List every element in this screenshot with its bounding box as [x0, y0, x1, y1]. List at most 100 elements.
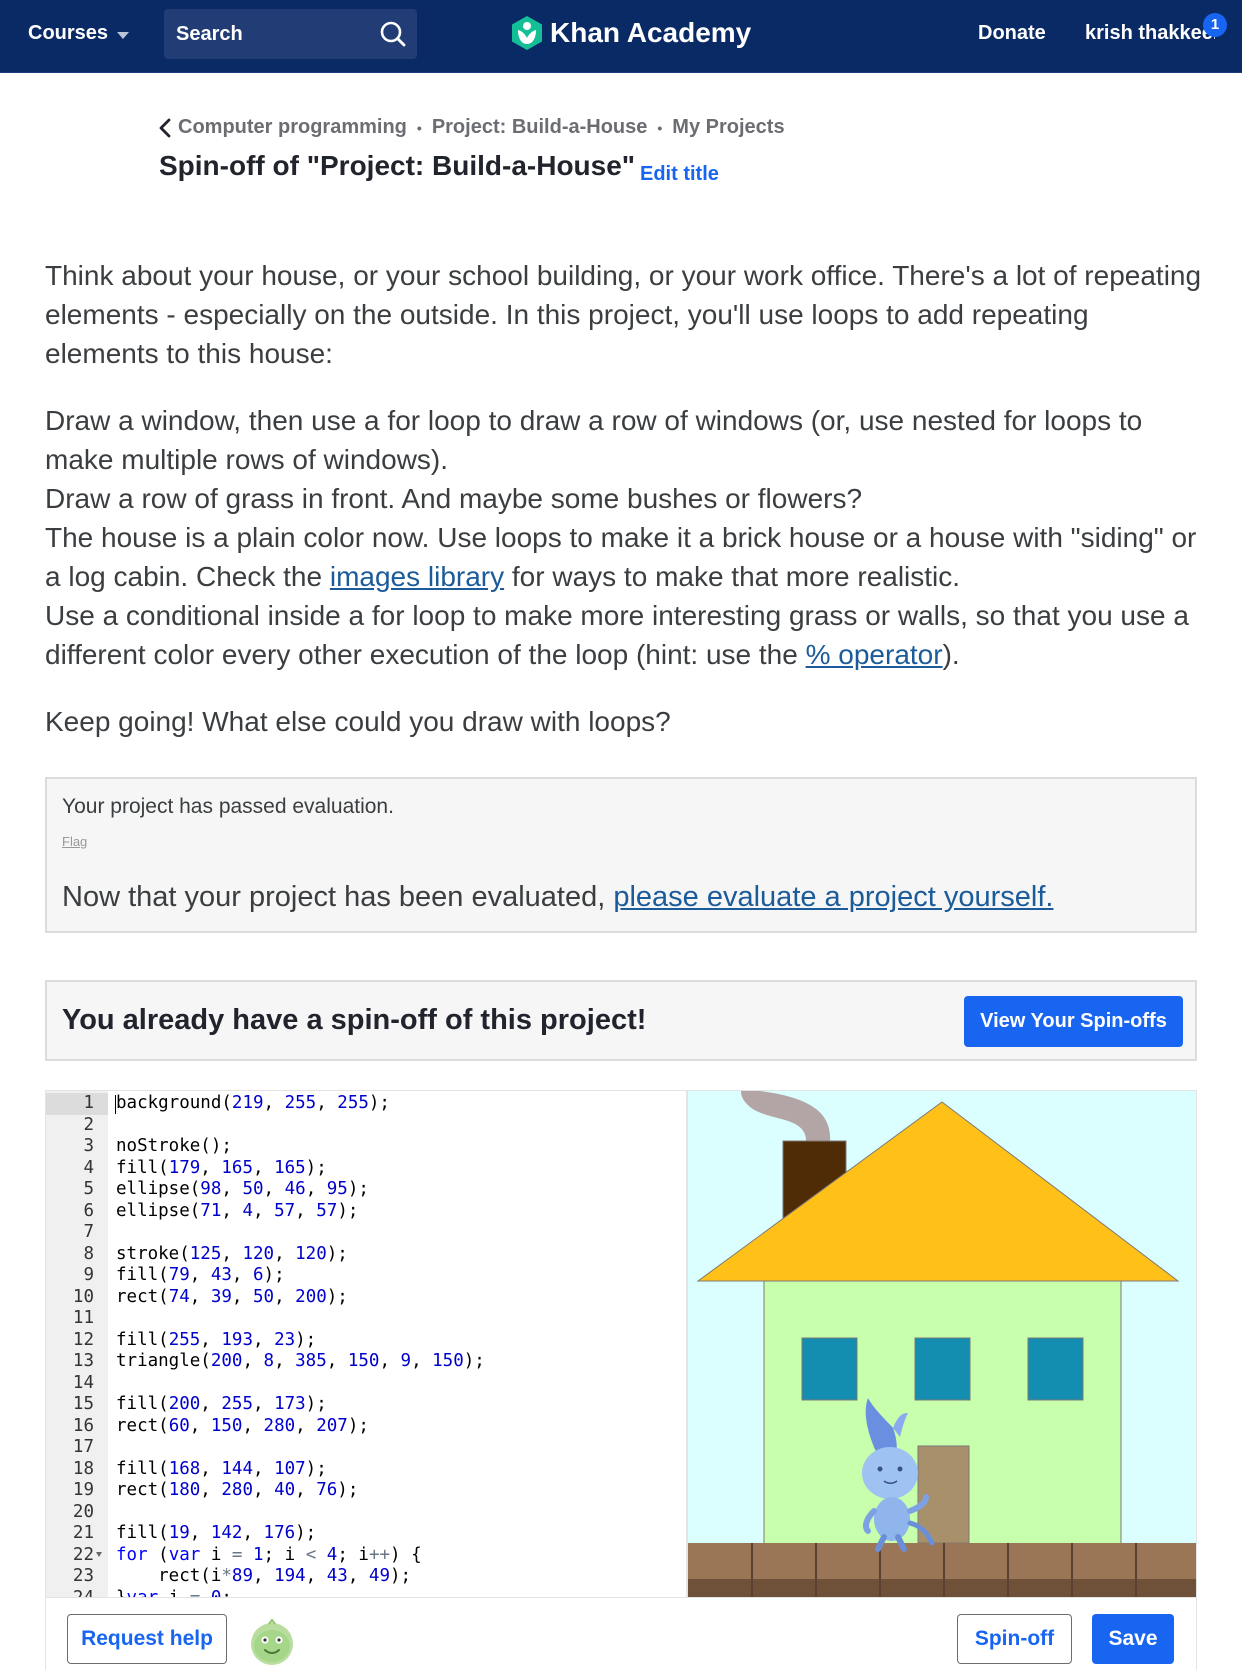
- khan-leaf-icon: [512, 16, 542, 50]
- code-line[interactable]: 22 for (var i = 1; i < 4; i++) {: [46, 1544, 686, 1567]
- description-item: Draw a row of grass in front. And maybe …: [45, 483, 863, 514]
- chevron-down-icon: [117, 31, 130, 39]
- code-line[interactable]: 16 rect(60, 150, 280, 207);: [46, 1416, 686, 1438]
- description-item: Use a conditional inside a for loop to m…: [45, 600, 1189, 670]
- breadcrumb-computer-programming[interactable]: Computer programming: [178, 116, 407, 139]
- code-text: noStroke();: [116, 1136, 232, 1156]
- code-line[interactable]: 15 fill(200, 255, 173);: [46, 1394, 686, 1416]
- line-number: 15: [72, 1394, 94, 1414]
- code-line[interactable]: 5 ellipse(98, 50, 46, 95);: [46, 1179, 686, 1201]
- description-list: Draw a window, then use a for loop to dr…: [45, 401, 1205, 674]
- code-text: rect(i*89, 194, 43, 49);: [116, 1566, 412, 1586]
- code-editor[interactable]: 1 background(219, 255, 255); 2 3 noStroke();…: [45, 1090, 687, 1598]
- breadcrumb-separator: •: [657, 119, 663, 136]
- description-outro: Keep going! What else could you draw wit…: [45, 706, 671, 737]
- breadcrumb-my-projects[interactable]: My Projects: [672, 116, 784, 139]
- code-line[interactable]: 1 background(219, 255, 255);: [46, 1093, 686, 1115]
- top-navbar: Courses Khan Academy Donate krish thakke…: [0, 0, 1242, 73]
- breadcrumb-separator: •: [416, 119, 422, 136]
- fold-arrow-icon[interactable]: [96, 1551, 102, 1557]
- line-number: 18: [72, 1458, 94, 1479]
- brand-logo[interactable]: Khan Academy: [510, 15, 751, 51]
- code-line[interactable]: 2: [46, 1115, 686, 1137]
- code-line[interactable]: 9 fill(79, 43, 6);: [46, 1265, 686, 1287]
- line-number: 19: [72, 1480, 94, 1500]
- editor-toolbar: Request help Spin-off Save: [45, 1598, 1197, 1670]
- courses-menu[interactable]: Courses: [28, 22, 130, 45]
- description-intro: Think about your house, or your school b…: [45, 260, 1202, 369]
- code-text: fill(200, 255, 173);: [116, 1394, 327, 1414]
- code-text: rect(180, 280, 40, 76);: [116, 1480, 359, 1500]
- code-line[interactable]: 21 fill(19, 142, 176);: [46, 1523, 686, 1545]
- user-menu[interactable]: krish thakkeer: [1085, 22, 1215, 45]
- line-number: 8: [83, 1243, 94, 1264]
- notification-badge[interactable]: 1: [1203, 13, 1227, 37]
- line-number: 23: [72, 1566, 94, 1586]
- line-number: 20: [72, 1501, 94, 1522]
- courses-label: Courses: [28, 22, 109, 44]
- evaluation-status: Your project has passed evaluation.: [62, 795, 394, 818]
- code-line[interactable]: 8 stroke(125, 120, 120);: [46, 1243, 686, 1266]
- code-line[interactable]: 18 fill(168, 144, 107);: [46, 1458, 686, 1481]
- line-number: 14: [72, 1372, 94, 1393]
- images-library-link[interactable]: images library: [330, 561, 504, 592]
- line-number: 7: [83, 1222, 94, 1242]
- search-input[interactable]: [176, 9, 366, 59]
- request-help-button[interactable]: Request help: [67, 1614, 227, 1664]
- code-line[interactable]: 14: [46, 1372, 686, 1395]
- code-text: for (var i = 1; i < 4; i++) {: [116, 1544, 422, 1565]
- line-number: 11: [72, 1308, 94, 1328]
- breadcrumb: Computer programming • Project: Build-a-…: [158, 116, 785, 139]
- output-canvas[interactable]: [687, 1090, 1197, 1598]
- line-number: 1: [83, 1093, 94, 1113]
- description-item: ).: [942, 639, 960, 670]
- code-text: stroke(125, 120, 120);: [116, 1243, 348, 1264]
- code-line[interactable]: 3 noStroke();: [46, 1136, 686, 1158]
- page-title: Spin-off of "Project: Build-a-House": [159, 150, 636, 181]
- code-text: ellipse(98, 50, 46, 95);: [116, 1179, 369, 1199]
- code-text: }var i = 0;: [116, 1587, 232, 1598]
- line-number: 10: [72, 1286, 94, 1307]
- donate-link[interactable]: Donate: [978, 22, 1046, 45]
- chevron-left-icon[interactable]: [158, 118, 172, 138]
- window: [914, 1337, 971, 1401]
- code-line[interactable]: 24}var i = 0;: [46, 1587, 686, 1598]
- search-icon[interactable]: [379, 20, 407, 48]
- view-spinoffs-button[interactable]: View Your Spin-offs: [964, 996, 1183, 1047]
- window: [1027, 1337, 1084, 1401]
- flag-link[interactable]: Flag: [62, 834, 87, 849]
- spinoff-notice-text: You already have a spin-off of this proj…: [62, 1004, 647, 1036]
- evaluate-project-link[interactable]: please evaluate a project yourself.: [613, 881, 1053, 913]
- code-text: rect(74, 39, 50, 200);: [116, 1286, 348, 1307]
- line-number: 17: [72, 1437, 94, 1457]
- code-text: fill(179, 165, 165);: [116, 1157, 327, 1178]
- code-line[interactable]: 10 rect(74, 39, 50, 200);: [46, 1286, 686, 1309]
- code-line[interactable]: 11: [46, 1308, 686, 1330]
- code-line[interactable]: 4 fill(179, 165, 165);: [46, 1157, 686, 1180]
- code-line[interactable]: 7: [46, 1222, 686, 1244]
- evaluate-prompt: Now that your project has been evaluated…: [62, 881, 1053, 914]
- code-line[interactable]: 6 ellipse(71, 4, 57, 57);: [46, 1201, 686, 1223]
- code-line[interactable]: 23 rect(i*89, 194, 43, 49);: [46, 1566, 686, 1588]
- code-line[interactable]: 12 fill(255, 193, 23);: [46, 1330, 686, 1352]
- code-line[interactable]: 13 triangle(200, 8, 385, 150, 9, 150);: [46, 1351, 686, 1373]
- spinoff-notice: You already have a spin-off of this proj…: [45, 980, 1197, 1061]
- window: [801, 1337, 858, 1401]
- code-line[interactable]: 20: [46, 1501, 686, 1524]
- description-item: Draw a window, then use a for loop to dr…: [45, 405, 1143, 475]
- operator-link[interactable]: % operator: [806, 639, 943, 670]
- breadcrumb-project[interactable]: Project: Build-a-House: [432, 116, 648, 139]
- description-item: for ways to make that more realistic.: [504, 561, 961, 592]
- save-button[interactable]: Save: [1092, 1614, 1174, 1664]
- avatar[interactable]: [248, 1618, 296, 1666]
- line-number: 9: [83, 1265, 94, 1285]
- code-text: triangle(200, 8, 385, 150, 9, 150);: [116, 1351, 485, 1371]
- edit-title-link[interactable]: Edit title: [640, 163, 719, 186]
- code-text: fill(168, 144, 107);: [116, 1458, 327, 1479]
- code-line[interactable]: 17: [46, 1437, 686, 1459]
- code-line[interactable]: 19 rect(180, 280, 40, 76);: [46, 1480, 686, 1502]
- evaluate-prompt-text: Now that your project has been evaluated…: [62, 881, 614, 913]
- line-number: 5: [83, 1179, 94, 1199]
- house-drawing: [688, 1091, 1196, 1597]
- spinoff-button[interactable]: Spin-off: [957, 1614, 1072, 1664]
